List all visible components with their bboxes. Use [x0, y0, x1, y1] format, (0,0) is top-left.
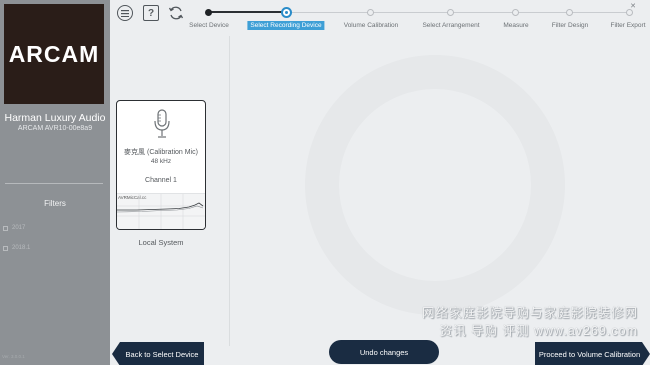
step-dot-volume-calibration[interactable]	[367, 9, 374, 16]
calibration-curve	[117, 194, 205, 229]
logo-text: ARCAM	[8, 40, 100, 67]
mic-name: 麥克風 (Calibration Mic)	[124, 149, 198, 156]
step-label-filter-export[interactable]: Filter Export	[610, 22, 645, 29]
channel-label: Channel 1	[145, 177, 177, 184]
recording-device-card[interactable]: 麥克風 (Calibration Mic) 48 kHz Channel 1 A…	[116, 100, 206, 230]
refresh-icon[interactable]	[168, 5, 184, 21]
watermark-text: 资讯 导购 评测 www.av269.com	[439, 324, 638, 338]
step-dot-filter-design[interactable]	[566, 9, 573, 16]
sidebar: ARCAM Harman Luxury Audio ARCAM AVR10-00…	[0, 0, 110, 365]
filter-checkbox[interactable]	[3, 245, 8, 251]
filter-item[interactable]: 2018.1	[3, 245, 30, 251]
step-label-select-recording-device[interactable]: Select Recording Device	[247, 21, 325, 30]
filter-item[interactable]: 2017	[3, 225, 25, 231]
step-label-filter-design[interactable]: Filter Design	[552, 22, 588, 29]
device-model: ARCAM AVR10-00e8a9	[17, 125, 93, 132]
step-dot-select-recording-device[interactable]	[281, 7, 292, 18]
step-dot-measure[interactable]	[512, 9, 519, 16]
device-caption: Local System	[138, 238, 184, 247]
step-label-select-device[interactable]: Select Device	[189, 22, 229, 29]
help-icon-glyph: ?	[147, 7, 155, 19]
brand-logo: ARCAM	[4, 4, 104, 104]
stepper-track-line	[286, 12, 630, 13]
calibration-curve-graph: AVRMicCal.cc	[117, 193, 205, 229]
step-dot-select-arrangement[interactable]	[447, 9, 454, 16]
menu-icon[interactable]	[117, 5, 133, 21]
panel-divider	[229, 36, 230, 346]
version-label: Ver. 3.0.0.1	[2, 354, 25, 359]
step-dot-filter-export[interactable]	[626, 9, 633, 16]
back-button[interactable]: Back to Select Device	[112, 342, 204, 365]
step-label-volume-calibration[interactable]: Volume Calibration	[344, 22, 399, 29]
step-label-select-arrangement[interactable]: Select Arrangement	[422, 22, 479, 29]
watermark-text: 网络家庭影院导购与家庭影院装修网	[421, 306, 638, 320]
filter-checkbox[interactable]	[3, 225, 8, 231]
background-watermark-shape	[305, 55, 565, 315]
microphone-icon	[154, 109, 170, 138]
filter-label: 2017	[12, 225, 26, 231]
proceed-button[interactable]: Proceed to Volume Calibration	[535, 342, 650, 365]
filter-label: 2018.1	[12, 245, 31, 251]
help-icon[interactable]: ?	[143, 5, 159, 21]
sidebar-divider	[5, 183, 103, 184]
sample-rate: 48 kHz	[150, 158, 172, 165]
brand-name: Harman Luxury Audio	[4, 112, 106, 124]
stepper-progress-line	[208, 11, 286, 13]
step-label-measure[interactable]: Measure	[503, 22, 528, 29]
undo-button[interactable]: Undo changes	[329, 340, 439, 364]
step-dot-select-device[interactable]	[205, 9, 212, 16]
filters-title: Filters	[44, 199, 66, 208]
